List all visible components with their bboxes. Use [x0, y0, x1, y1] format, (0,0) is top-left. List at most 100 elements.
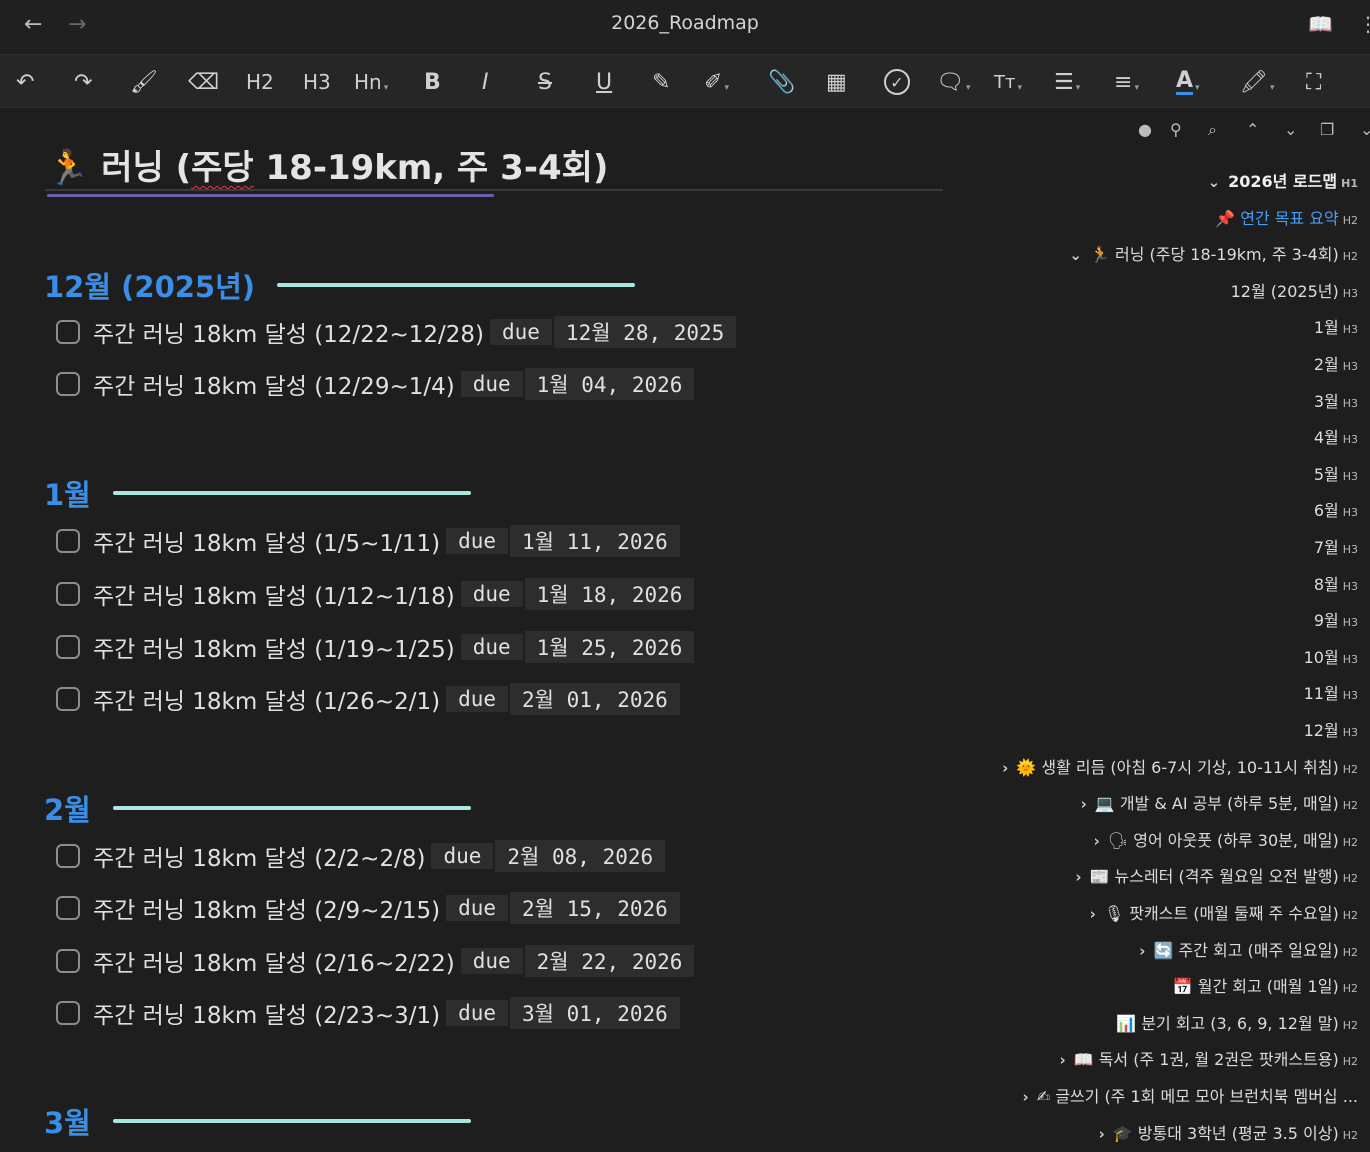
strikethrough-button[interactable]: S [538, 66, 552, 98]
collapse-all-icon[interactable]: ⌃ [1246, 120, 1259, 139]
outline-item[interactable]: 6월 H3 [1314, 497, 1358, 521]
heading3-button[interactable]: H3 [303, 66, 331, 98]
search-icon[interactable]: ⌕ [1208, 120, 1217, 140]
outline-item[interactable]: › 📖 독서 (주 1권, 월 2권은 팟캐스트용) H2 [1060, 1046, 1358, 1070]
outline-item[interactable]: › 📰 뉴스레터 (격주 월요일 오전 발행) H2 [1075, 863, 1358, 887]
dropdown-caret-icon: ▾ [1017, 83, 1023, 93]
outline-toggle-chevron-icon[interactable]: ⌄ [1208, 173, 1221, 191]
outline-item[interactable]: ⌄ 2026년 로드맵 H1 [1208, 168, 1358, 192]
undo-icon[interactable]: ↶ [16, 66, 34, 98]
outline-item[interactable]: › ✍ 글쓰기 (주 1회 메모 모아 브런치북 멤버십 ... [1023, 1083, 1358, 1107]
table-icon[interactable]: ▦ [826, 66, 847, 98]
outline-item[interactable]: 3월 H3 [1314, 388, 1358, 412]
outline-item[interactable]: 11월 H3 [1304, 680, 1358, 704]
task-checkbox[interactable] [56, 949, 80, 973]
eraser-icon[interactable]: ⌫ [188, 66, 219, 98]
format-painter-icon[interactable]: 🖌 [130, 66, 158, 98]
outline-item[interactable]: 8월 H3 [1314, 571, 1358, 595]
dot-icon[interactable]: ● [1138, 120, 1152, 139]
outline-toggle-chevron-icon[interactable]: › [1075, 868, 1081, 886]
list-glyph-icon: ☰ [1054, 69, 1074, 95]
chevron-down-icon[interactable]: ⌄ [1360, 120, 1370, 139]
outline-item[interactable]: › 🎙 팟캐스트 (매월 둘째 주 수요일) H2 [1090, 900, 1358, 924]
italic-button[interactable]: I [482, 66, 489, 98]
fullscreen-icon[interactable]: ⛶ [1306, 66, 1321, 98]
outline-toggle-chevron-icon[interactable]: › [1023, 1088, 1029, 1106]
heading-level-badge: H3 [1342, 726, 1358, 739]
task-text: 주간 러닝 18km 달성 (1/12~1/18) [93, 584, 455, 610]
outline-toggle-chevron-icon[interactable]: › [1090, 905, 1096, 923]
outline-item-label: 📖 독서 (주 1권, 월 2권은 팟캐스트용) [1073, 1050, 1339, 1070]
reading-view-icon[interactable]: 📖 [1308, 12, 1333, 36]
outline-toggle-chevron-icon[interactable]: › [1081, 795, 1087, 813]
redo-icon[interactable]: ↷ [74, 66, 92, 98]
outline-item[interactable]: 10월 H3 [1304, 644, 1358, 668]
task-checkbox[interactable] [56, 687, 80, 711]
highlight-pen-icon[interactable]: ✎ [652, 66, 670, 98]
outline-item[interactable]: › 🌞 생활 리듬 (아침 6-7시 기상, 10-11시 취침) H2 [1002, 754, 1358, 778]
underline-button[interactable]: U [596, 66, 612, 98]
align-icon[interactable]: ≡ ▾ [1114, 66, 1139, 98]
outline-item[interactable]: › 🎓 방통대 3학년 (평균 3.5 이상) H2 [1099, 1120, 1358, 1144]
task-checkbox[interactable] [56, 844, 80, 868]
edit-icon[interactable]: ✐ ▾ [704, 66, 729, 98]
due-label: due [431, 843, 494, 869]
outline-item-label: 📅 월간 회고 (매월 1일) [1172, 977, 1339, 997]
task-checkbox[interactable] [56, 1001, 80, 1025]
outline-item-label: 12월 [1303, 721, 1339, 740]
outline-item[interactable]: 12월 H3 [1304, 717, 1358, 741]
outline-item[interactable]: 1월 H3 [1314, 314, 1358, 338]
outline-item[interactable]: 📅 월간 회고 (매월 1일) H2 [1173, 973, 1358, 997]
outline-item[interactable]: 📌 연간 목표 요약 H2 [1215, 205, 1358, 229]
outline-item[interactable]: ⌄ 🏃 러닝 (주당 18-19km, 주 3-4회) H2 [1069, 241, 1358, 265]
outline-toggle-chevron-icon[interactable]: › [1139, 942, 1145, 960]
task-checkbox[interactable] [56, 635, 80, 659]
font-color-icon[interactable]: A ▾ [1176, 66, 1200, 98]
outline-item[interactable]: 📊 분기 회고 (3, 6, 9, 12월 말) H2 [1116, 1010, 1358, 1034]
list-icon[interactable]: ☰ ▾ [1054, 66, 1080, 98]
due-date: 1월 25, 2026 [524, 631, 695, 663]
outline-item[interactable]: 7월 H3 [1314, 534, 1358, 558]
outline-item[interactable]: 4월 H3 [1314, 424, 1358, 448]
outline-item[interactable]: › 🗣 영어 아웃풋 (하루 30분, 매일) H2 [1094, 827, 1358, 851]
outline-item-label: 🗣 영어 아웃풋 (하루 30분, 매일) [1107, 830, 1339, 850]
highlight-icon[interactable]: 🖍 ▾ [1240, 66, 1274, 98]
due-date: 2월 15, 2026 [510, 892, 680, 924]
dropdown-caret-icon: ▾ [383, 83, 389, 93]
outline-toggle-chevron-icon[interactable]: › [1099, 1125, 1105, 1143]
heading-n-button[interactable]: Hn ▾ [354, 66, 388, 98]
text-size-icon[interactable]: Tт ▾ [994, 66, 1022, 98]
outline-toggle-chevron-icon[interactable]: ⌄ [1069, 246, 1082, 264]
heading2-button[interactable]: H2 [246, 66, 274, 98]
task-checkbox[interactable] [56, 896, 80, 920]
task-checkbox[interactable] [56, 320, 80, 344]
heading-decoration-bar [277, 283, 636, 287]
expand-all-icon[interactable]: ⌄ [1284, 120, 1297, 139]
more-options-icon[interactable]: ⋮ [1358, 12, 1370, 36]
heading-n-label: Hn [354, 70, 382, 94]
outline-item[interactable]: 12월 (2025년) H3 [1231, 278, 1358, 302]
task-checkbox[interactable] [56, 582, 80, 606]
dropdown-caret-icon: ▾ [1075, 83, 1081, 93]
task-checkbox[interactable] [56, 529, 80, 553]
outline-item[interactable]: 2월 H3 [1314, 351, 1358, 375]
comment-icon[interactable]: 🗨 ▾ [936, 66, 970, 98]
runner-emoji-icon: 🏃 [47, 148, 90, 188]
copy-icon[interactable]: ❐ [1320, 120, 1334, 139]
pin-icon[interactable]: ⚲ [1170, 120, 1182, 139]
outline-item[interactable]: 9월 H3 [1314, 607, 1358, 631]
heading-divider [45, 189, 943, 191]
bold-button[interactable]: B [424, 66, 441, 98]
heading-level-badge: H1 [1341, 177, 1358, 190]
due-date: 2월 01, 2026 [510, 683, 680, 715]
outline-toggle-chevron-icon[interactable]: › [1002, 759, 1008, 777]
outline-item[interactable]: 5월 H3 [1314, 461, 1358, 485]
checklist-icon[interactable]: ✓ [884, 69, 910, 95]
attachment-icon[interactable]: 📎 [768, 66, 795, 98]
outline-toggle-chevron-icon[interactable]: › [1094, 832, 1100, 850]
due-label: due [446, 1000, 509, 1026]
outline-item[interactable]: › 💻 개발 & AI 공부 (하루 5분, 매일) H2 [1081, 790, 1358, 814]
task-checkbox[interactable] [56, 372, 80, 396]
outline-toggle-chevron-icon[interactable]: › [1060, 1051, 1066, 1069]
outline-item[interactable]: › 🔄 주간 회고 (매주 일요일) H2 [1139, 937, 1358, 961]
